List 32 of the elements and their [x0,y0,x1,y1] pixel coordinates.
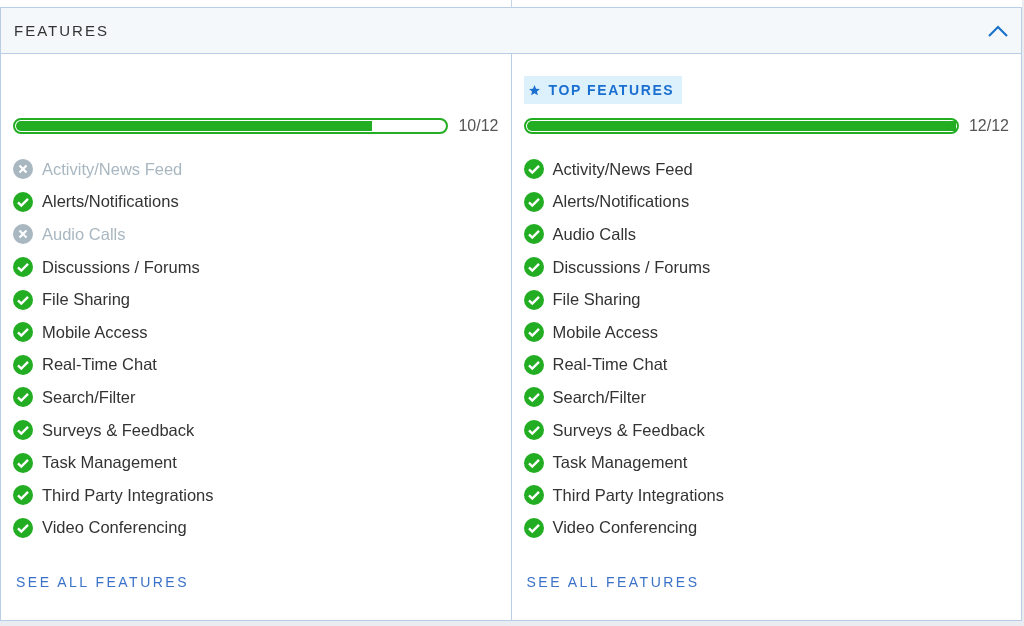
feature-label: Surveys & Feedback [552,420,705,440]
section-title: FEATURES [14,22,109,39]
feature-label: File Sharing [552,290,641,310]
feature-label: Alerts/Notifications [42,192,179,212]
feature-label: Mobile Access [42,322,148,342]
feature-label: File Sharing [42,290,131,310]
feature-label: Task Management [552,453,688,473]
feature-label: Discussions / Forums [552,257,711,277]
feature-label: Real-Time Chat [42,355,157,375]
badge-label: TOP FEATURES [548,82,675,98]
feature-label: Activity/News Feed [552,159,693,179]
star-icon [527,83,541,97]
feature-label: Audio Calls [552,225,636,244]
see-all-features-link[interactable]: SEE ALL FEATURES [16,574,190,591]
feature-label: Video Conferencing [552,518,698,538]
chevron-icon[interactable] [987,23,1009,38]
feature-count: 12/12 [968,117,1009,135]
feature-label: Real-Time Chat [552,355,668,375]
feature-label: Discussions / Forums [42,257,200,277]
feature-label: Search/Filter [552,387,647,407]
feature-label: Search/Filter [42,387,136,407]
feature-label: Third Party Integrations [552,485,724,505]
feature-label: Task Management [42,453,177,473]
feature-label: Alerts/Notifications [552,192,690,212]
feature-label: Audio Calls [42,225,126,244]
feature-label: Surveys & Feedback [42,420,195,440]
feature-label: Mobile Access [552,322,658,342]
see-all-features-link[interactable]: SEE ALL FEATURES [526,574,700,591]
feature-label: Third Party Integrations [42,485,214,505]
feature-count: 10/12 [458,117,499,135]
feature-label: Activity/News Feed [42,159,183,179]
feature-label: Video Conferencing [42,518,187,538]
